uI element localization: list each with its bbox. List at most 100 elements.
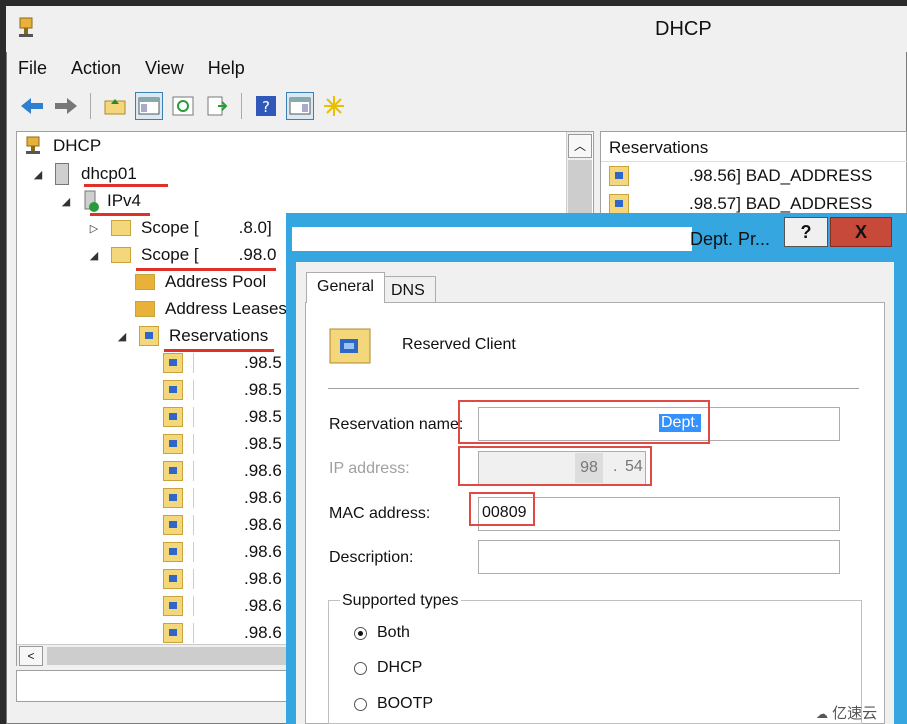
svg-text:?: ?: [262, 98, 270, 116]
tree-label-suffix: .8.0]: [238, 218, 272, 237]
redaction-line: [193, 542, 194, 562]
reservation-icon: [163, 380, 183, 400]
tree-label: .98.6: [244, 623, 282, 642]
description-field[interactable]: [478, 540, 840, 574]
radio-dot[interactable]: [354, 661, 367, 675]
tree-item-reservation[interactable]: .98.6: [163, 567, 282, 591]
collapse-arrow-icon[interactable]: ◢: [115, 330, 129, 343]
tree-item-server[interactable]: ◢ dhcp01: [31, 162, 137, 186]
supported-types-label: Supported types: [340, 592, 461, 610]
tree-label: .98.5: [244, 434, 282, 453]
tree-item-reservations[interactable]: ◢ Reservations: [115, 324, 268, 348]
cloud-icon: ☁: [816, 707, 828, 721]
tree-label: .98.6: [244, 542, 282, 561]
up-folder-icon[interactable]: [101, 92, 129, 120]
menu-action[interactable]: Action: [71, 58, 121, 82]
toolbar-separator: [90, 93, 91, 119]
radio-both[interactable]: Both: [354, 624, 410, 642]
dialog-close-button[interactable]: X: [830, 217, 892, 247]
redaction-line: [193, 623, 194, 643]
menu-file[interactable]: File: [18, 58, 47, 82]
menu-help[interactable]: Help: [208, 58, 245, 82]
description-label: Description:: [329, 549, 414, 566]
tree-label-suffix: .98.0: [238, 245, 277, 264]
menu-view[interactable]: View: [145, 58, 184, 82]
tree-item-address-leases[interactable]: Address Leases: [135, 297, 287, 321]
divider: [328, 388, 859, 389]
dhcp-icon: [23, 136, 45, 156]
collapse-arrow-icon[interactable]: ◢: [31, 168, 45, 181]
tree-item-reservation[interactable]: .98.5: [163, 351, 282, 375]
annotation-underline: [164, 349, 274, 352]
tree-item-reservation[interactable]: .98.5: [163, 378, 282, 402]
tab-general[interactable]: General: [306, 272, 385, 303]
reservation-icon: [609, 194, 629, 214]
reservation-icon: [163, 596, 183, 616]
tree-label: .98.6: [244, 488, 282, 507]
folder-icon: [111, 247, 131, 263]
tree-label: Address Pool: [165, 272, 267, 291]
forward-arrow-icon[interactable]: [52, 92, 80, 120]
radio-dot[interactable]: [354, 626, 367, 640]
back-arrow-icon[interactable]: [18, 92, 46, 120]
tree-label: .98.5: [244, 407, 282, 426]
help-icon[interactable]: ?: [252, 92, 280, 120]
tree-item-reservation[interactable]: .98.6: [163, 486, 282, 510]
toolbar: ?: [18, 90, 348, 122]
annotation-box: [458, 400, 710, 444]
expand-arrow-icon[interactable]: ▷: [87, 222, 101, 235]
annotation-underline: [136, 268, 276, 271]
redaction-line: [193, 353, 194, 373]
reservation-icon: [163, 434, 183, 454]
reservation-icon: [163, 488, 183, 508]
tree-item-ipv4[interactable]: ◢ IPv4: [59, 189, 141, 213]
collapse-arrow-icon[interactable]: ◢: [87, 249, 101, 262]
dialog-title-redaction: [292, 227, 692, 251]
tree-item-address-pool[interactable]: Address Pool: [135, 270, 266, 294]
dhcp-app-icon: [16, 16, 36, 38]
collapse-arrow-icon[interactable]: ◢: [59, 195, 73, 208]
tree-label: .98.6: [244, 569, 282, 588]
tree-item-reservation[interactable]: .98.6: [163, 459, 282, 483]
title-bar: [6, 6, 907, 52]
reservation-name-label: Reservation name:: [329, 416, 464, 433]
reservation-icon: [163, 461, 183, 481]
dialog-heading: Reserved Client: [402, 336, 516, 353]
tree-item-scope-2[interactable]: ◢ Scope [ .98.0: [87, 243, 277, 267]
radio-dot[interactable]: [354, 697, 367, 711]
scroll-left-icon[interactable]: <: [19, 646, 43, 666]
reserved-client-icon: [328, 325, 372, 365]
tree-item-dhcp[interactable]: DHCP: [23, 134, 101, 158]
tree-item-reservation[interactable]: .98.6: [163, 513, 282, 537]
column-header-reservations[interactable]: Reservations: [609, 138, 708, 158]
redaction-line: [193, 515, 194, 535]
tree-item-scope-1[interactable]: ▷ Scope [ .8.0]: [87, 216, 272, 240]
radio-bootp[interactable]: BOOTP: [354, 695, 433, 713]
tree-item-reservation[interactable]: .98.5: [163, 432, 282, 456]
radio-dhcp[interactable]: DHCP: [354, 659, 422, 677]
address-pool-icon: [135, 274, 155, 290]
new-star-icon[interactable]: [320, 92, 348, 120]
scroll-up-icon[interactable]: ︿: [568, 134, 592, 158]
redaction-line: [193, 461, 194, 481]
show-action-pane-icon[interactable]: [286, 92, 314, 120]
export-list-icon[interactable]: [203, 92, 231, 120]
show-hide-tree-icon[interactable]: [135, 92, 163, 120]
tree-item-reservation[interactable]: .98.6: [163, 540, 282, 564]
tree-item-reservation[interactable]: .98.6: [163, 594, 282, 618]
tree-item-reservation[interactable]: .98.6: [163, 621, 282, 645]
tree-label: Scope [: [141, 218, 199, 237]
redaction-line: [193, 596, 194, 616]
dialog-help-button[interactable]: ?: [784, 217, 828, 247]
refresh-icon[interactable]: [169, 92, 197, 120]
redaction-line: [193, 569, 194, 589]
tree-label: .98.6: [244, 596, 282, 615]
tree-item-reservation[interactable]: .98.5: [163, 405, 282, 429]
reservation-icon: [163, 542, 183, 562]
reservation-icon: [163, 515, 183, 535]
list-item[interactable]: .98.57] BAD_ADDRESS: [609, 194, 872, 214]
ipv4-icon: [83, 190, 99, 212]
list-item[interactable]: .98.56] BAD_ADDRESS: [609, 166, 872, 186]
header-divider: [601, 161, 907, 162]
ip-address-label: IP address:: [329, 460, 410, 477]
